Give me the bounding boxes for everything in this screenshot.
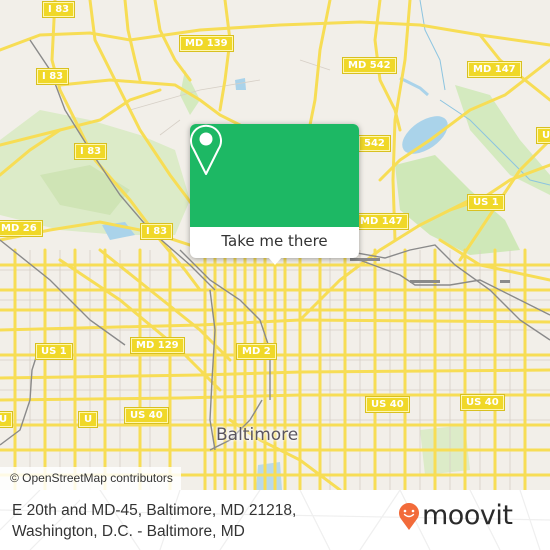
road-shield-i83: I 83 xyxy=(41,1,76,18)
moovit-logo[interactable]: moovit xyxy=(398,500,513,531)
road-shield-md147: MD 147 xyxy=(354,213,409,230)
address-line-1: E 20th and MD-45, Baltimore, MD 21218, xyxy=(12,502,297,519)
road-shield-md542: 542 xyxy=(358,135,391,152)
popup-header xyxy=(190,124,359,227)
road-shield-us1: US 1 xyxy=(35,343,73,360)
road-shield-md542: MD 542 xyxy=(342,57,397,74)
road-shield-us: U xyxy=(77,411,99,428)
moovit-wordmark: moovit xyxy=(422,500,513,531)
address-text: E 20th and MD-45, Baltimore, MD 21218, W… xyxy=(12,500,296,542)
road-shield-i83: I 83 xyxy=(73,143,108,160)
take-me-there-button[interactable]: Take me there xyxy=(190,227,359,258)
road-shield-md139: MD 139 xyxy=(179,35,234,52)
road-shield-md26: MD 26 xyxy=(0,220,43,237)
moovit-pin-icon xyxy=(399,503,419,530)
map-view[interactable]: I 83 I 83 I 83 I 83 MD 139 MD 542 542 MD… xyxy=(0,0,550,490)
map-attribution[interactable]: © OpenStreetMap contributors xyxy=(0,467,181,490)
road-shield-md129: MD 129 xyxy=(130,337,185,354)
road-shield-md2: MD 2 xyxy=(236,343,277,360)
popup-pointer xyxy=(268,257,282,265)
location-pin-icon xyxy=(190,124,222,175)
road-shield-us40: US 40 xyxy=(365,396,410,413)
footer: E 20th and MD-45, Baltimore, MD 21218, W… xyxy=(0,490,550,550)
road-shield-us40: US 40 xyxy=(124,407,169,424)
road-shield-i83: I 83 xyxy=(139,223,174,240)
city-label: Baltimore xyxy=(216,425,299,445)
road-shield-md147: MD 147 xyxy=(467,61,522,78)
address-line-2: Washington, D.C. - Baltimore, MD xyxy=(12,523,245,540)
road-shield-us1: US 1 xyxy=(467,194,505,211)
road-shield-us1: US 1 xyxy=(536,127,550,144)
attribution-text: © OpenStreetMap contributors xyxy=(10,471,173,485)
take-me-there-popup[interactable]: Take me there xyxy=(190,124,359,265)
road-shield-i83: I 83 xyxy=(35,68,70,85)
road-shield-us40: US 40 xyxy=(460,394,505,411)
road-shield-us: U xyxy=(0,411,14,428)
